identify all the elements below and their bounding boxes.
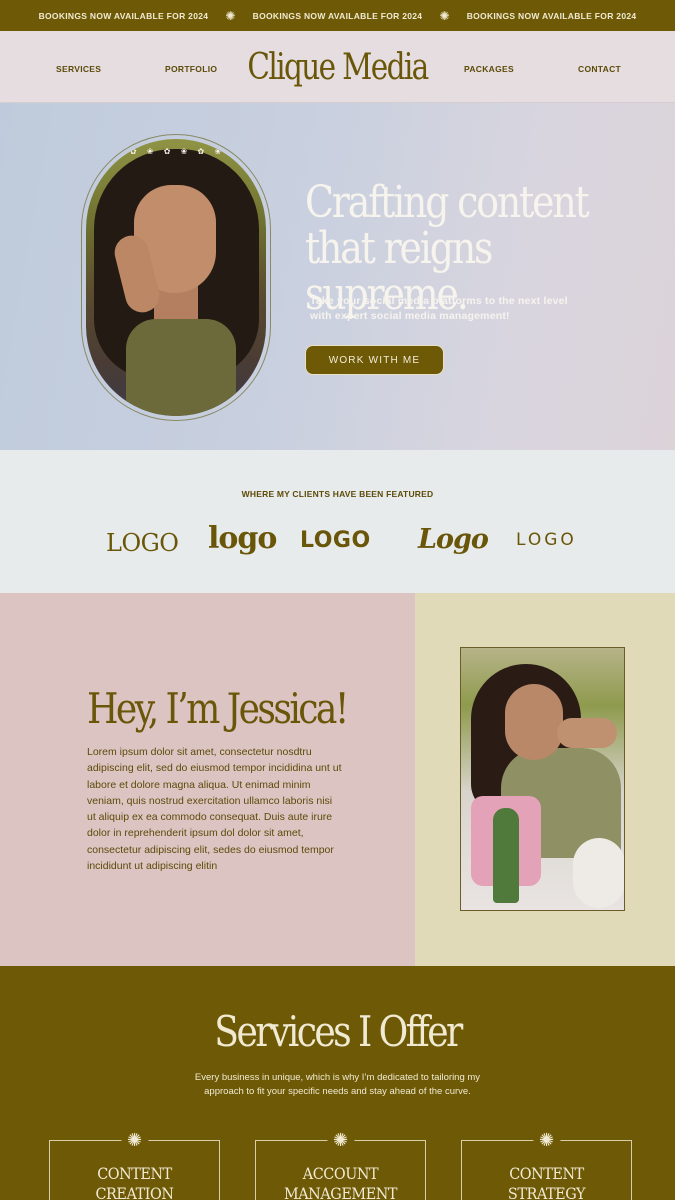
- service-card-content-strategy[interactable]: ✺ CONTENT STRATEGY: [461, 1130, 632, 1200]
- announcement-bar: BOOKINGS NOW AVAILABLE FOR 2024 ✺ BOOKIN…: [0, 0, 675, 31]
- service-card-account-management[interactable]: ✺ ACCOUNT MANAGEMENT: [255, 1130, 426, 1200]
- services-intro: Every business in unique, which is why I…: [0, 1071, 675, 1099]
- service-card-title: CONTENT CREATION: [95, 1164, 174, 1200]
- service-card-title: ACCOUNT MANAGEMENT: [283, 1164, 398, 1200]
- client-logo: LOGO: [516, 530, 577, 550]
- featured-heading: WHERE MY CLIENTS HAVE BEEN FEATURED: [241, 489, 434, 499]
- client-logo: LOGO: [106, 529, 179, 557]
- hero-title-line-1: Crafting content: [305, 177, 590, 228]
- hero-subtitle: Take your social media platforms to the …: [310, 295, 568, 322]
- about-body: Lorem ipsum dolor sit amet, consectetur …: [87, 746, 342, 873]
- brand-logo[interactable]: Clique Media: [61, 47, 615, 88]
- client-logo: logo: [208, 521, 277, 556]
- hero-photo-frame: ✿ ❀ ✿ ❀ ✿ ❀ ✿ ❀: [81, 134, 271, 421]
- nav-link-packages[interactable]: PACKAGES: [464, 64, 514, 74]
- service-card-title: CONTENT STRATEGY: [507, 1164, 586, 1200]
- hero-portrait-image: ✿ ❀ ✿ ❀ ✿ ❀ ✿ ❀: [86, 139, 266, 416]
- about-section: Hey, I’m Jessica! Lorem ipsum dolor sit …: [0, 593, 415, 966]
- about-heading: Hey, I’m Jessica!: [87, 684, 349, 733]
- about-photo-image: [460, 647, 625, 911]
- flower-icon: ✺: [532, 1130, 561, 1150]
- announcement-text: BOOKINGS NOW AVAILABLE FOR 2024: [38, 10, 209, 21]
- work-with-me-button[interactable]: WORK WITH ME: [305, 345, 444, 375]
- flower-icon: ✺: [120, 1130, 149, 1150]
- flower-icon: ✺: [439, 8, 450, 23]
- services-heading: Services I Offer: [214, 1007, 463, 1056]
- announcement-text: BOOKINGS NOW AVAILABLE FOR 2024: [466, 10, 637, 21]
- client-logo: LOGO: [300, 528, 371, 553]
- services-intro-line-1: Every business in unique, which is why I…: [194, 1072, 481, 1083]
- hero-section: ✿ ❀ ✿ ❀ ✿ ❀ ✿ ❀ Crafting content that re…: [0, 103, 675, 450]
- service-card-content-creation[interactable]: ✺ CONTENT CREATION: [49, 1130, 220, 1200]
- services-section: Services I Offer Every business in uniqu…: [0, 966, 675, 1200]
- main-nav: SERVICES PORTFOLIO Clique Media PACKAGES…: [0, 31, 675, 103]
- featured-section: WHERE MY CLIENTS HAVE BEEN FEATURED LOGO…: [0, 450, 675, 593]
- flower-icon: ✺: [225, 8, 236, 23]
- nav-link-contact[interactable]: CONTACT: [578, 64, 621, 74]
- flower-icon: ✺: [326, 1130, 355, 1150]
- announcement-text: BOOKINGS NOW AVAILABLE FOR 2024: [252, 10, 423, 21]
- services-intro-line-2: approach to fit your specific needs and …: [204, 1086, 471, 1097]
- client-logo: Logo: [418, 524, 489, 555]
